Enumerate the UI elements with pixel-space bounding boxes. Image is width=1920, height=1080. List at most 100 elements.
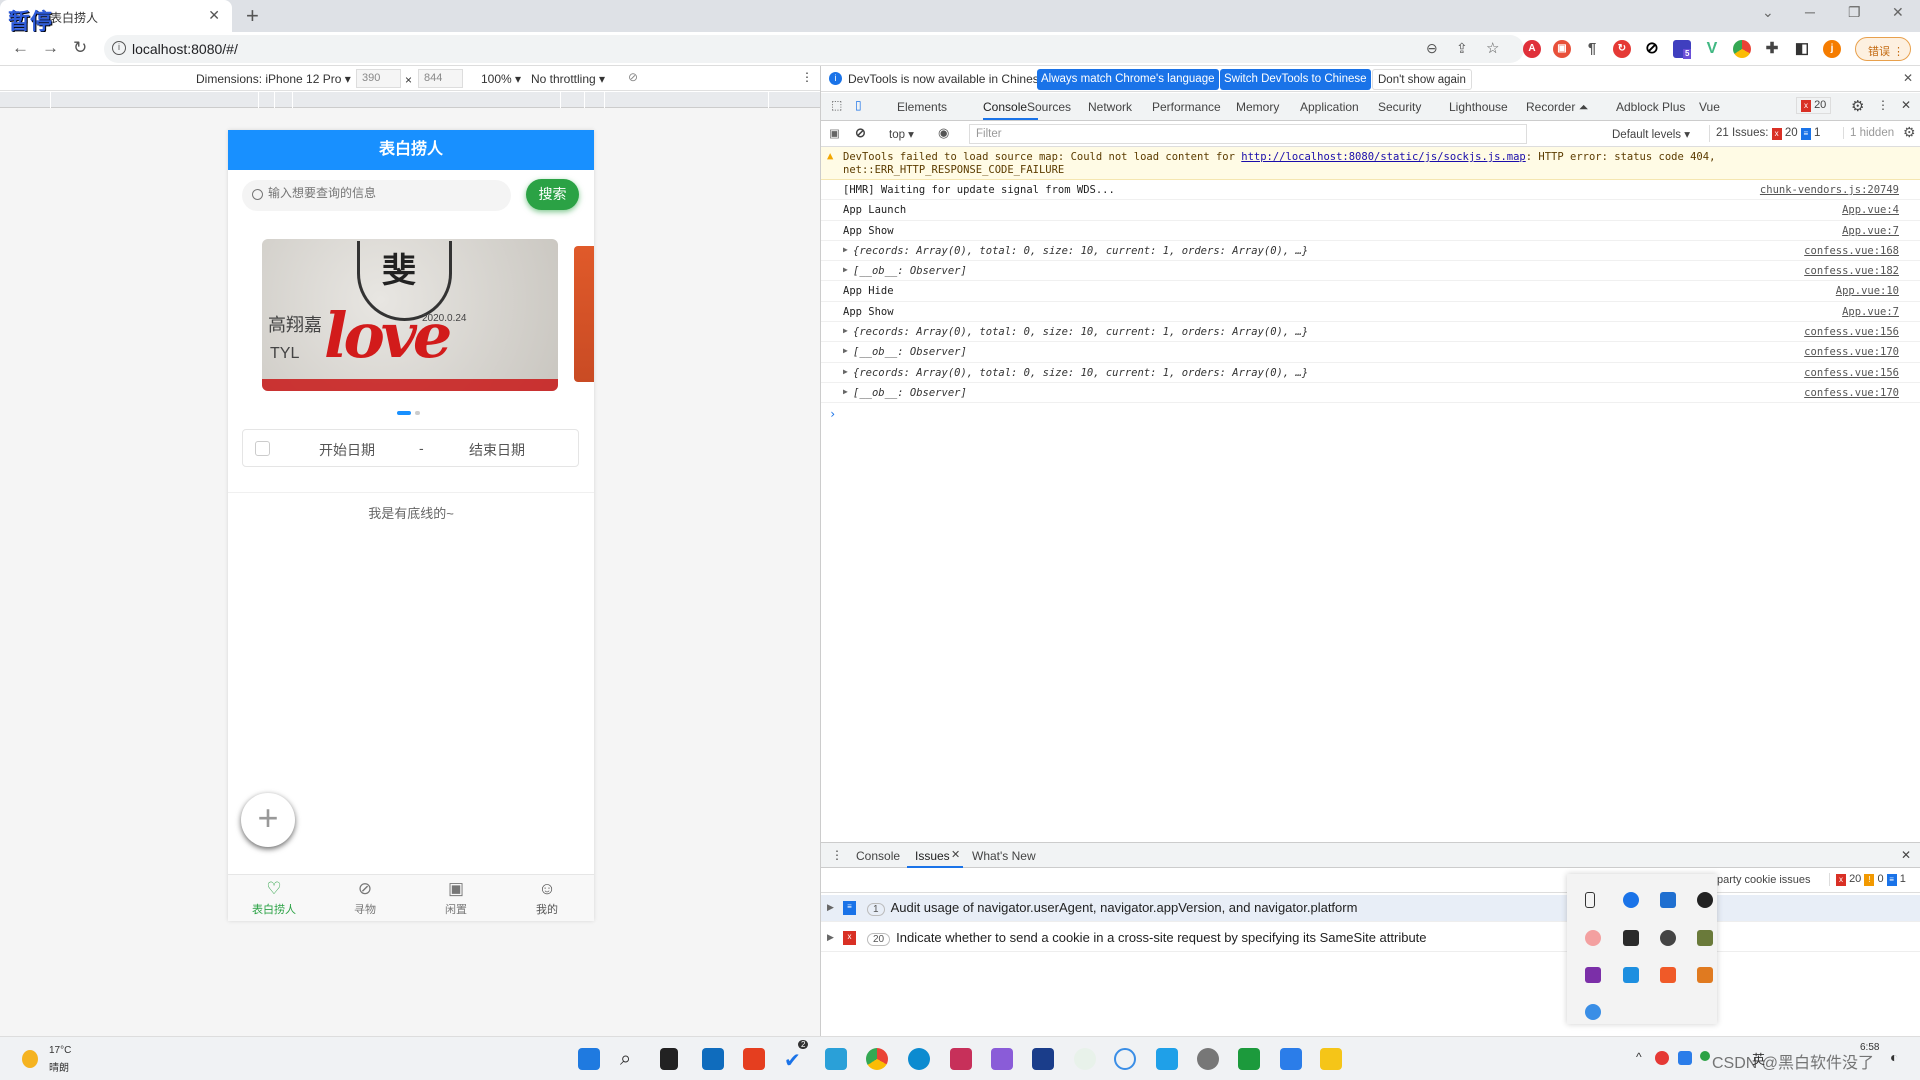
carousel-next-image[interactable]	[574, 246, 594, 382]
drawer-close-icon[interactable]: ✕	[1901, 848, 1911, 862]
expand-arrow-icon[interactable]: ▶	[843, 245, 848, 254]
third-party-cookie-toggle[interactable]: party cookie issues	[1717, 874, 1811, 886]
settings-gear-icon[interactable]: ⚙	[1851, 97, 1864, 115]
log-source-link[interactable]: confess.vue:182	[1804, 265, 1899, 277]
webstorm-icon[interactable]	[1032, 1048, 1054, 1070]
device-width-input[interactable]: 390	[356, 69, 401, 88]
carousel-dot[interactable]	[415, 411, 420, 415]
match-language-button[interactable]: Always match Chrome's language	[1037, 69, 1219, 90]
console-filter-input[interactable]: Filter	[969, 124, 1527, 144]
issue-row[interactable]: ▶ ≡ 1 Audit usage of navigator.userAgent,…	[821, 895, 1920, 922]
vue-devtools-extension-icon[interactable]: V	[1703, 40, 1721, 58]
stack-extension-icon[interactable]: 5	[1673, 40, 1692, 59]
mail-icon[interactable]	[1623, 967, 1639, 983]
clock-app-icon[interactable]	[1197, 1048, 1219, 1070]
device-height-input[interactable]: 844	[418, 69, 463, 88]
clock-time[interactable]: 6:58	[1860, 1042, 1879, 1053]
devtools-close-icon[interactable]: ✕	[1901, 98, 1911, 112]
tabbar-item-idle[interactable]: ▣ 闲置	[410, 879, 502, 917]
dice-extension-icon[interactable]: ▣	[1553, 40, 1571, 58]
tab-close-icon[interactable]: ✕	[208, 7, 220, 24]
security-shield-icon[interactable]	[1660, 892, 1676, 908]
rotate-icon[interactable]: ⊘	[628, 70, 638, 84]
tray-expand-icon[interactable]: ^	[1636, 1050, 1642, 1064]
tab-adblock-plus[interactable]: Adblock Plus	[1616, 100, 1685, 114]
tab-recorder[interactable]: Recorder ⏶	[1526, 100, 1588, 115]
weather-temp[interactable]: 17°C	[49, 1045, 71, 1056]
log-source-link[interactable]: confess.vue:156	[1804, 326, 1899, 338]
zoom-select[interactable]: 100% ▾	[481, 72, 521, 86]
tab-elements[interactable]: Elements	[897, 100, 947, 114]
bookmark-star-icon[interactable]: ☆	[1486, 39, 1499, 57]
end-date[interactable]: 结束日期	[469, 440, 525, 460]
expand-arrow-icon[interactable]: ▶	[843, 367, 848, 376]
tab-network[interactable]: Network	[1088, 100, 1132, 114]
log-source-link[interactable]: chunk-vendors.js:20749	[1760, 184, 1899, 196]
log-source-link[interactable]: App.vue:10	[1836, 285, 1899, 297]
carousel-dot-active[interactable]	[397, 411, 411, 415]
tab-console[interactable]: Console	[983, 100, 1027, 114]
task-view-icon[interactable]	[660, 1048, 678, 1070]
site-info-icon[interactable]: i	[112, 41, 126, 55]
dont-show-again-button[interactable]: Don't show again	[1372, 69, 1472, 90]
search-input[interactable]	[268, 186, 498, 200]
expand-arrow-icon[interactable]: ▶	[843, 326, 848, 335]
start-date[interactable]: 开始日期	[319, 440, 375, 460]
file-explorer-icon[interactable]	[1320, 1048, 1342, 1070]
edge-icon[interactable]	[908, 1048, 930, 1070]
weather-sun-icon[interactable]	[22, 1050, 38, 1068]
console-log-row[interactable]: ▶ [__ob__: Observer] confess.vue:170	[821, 383, 1920, 404]
bluetooth-icon[interactable]	[1623, 892, 1639, 908]
forward-button[interactable]: →	[42, 38, 59, 58]
infobar-close-icon[interactable]: ✕	[1903, 71, 1913, 85]
log-source-link[interactable]: App.vue:7	[1842, 225, 1899, 237]
app-tray-icon[interactable]	[1660, 930, 1676, 946]
inspect-element-icon[interactable]: ⬚	[831, 98, 842, 112]
live-expression-eye-icon[interactable]: ◉	[938, 125, 949, 141]
search-button[interactable]: 搜索	[526, 179, 579, 210]
tray-app-icon[interactable]	[1678, 1051, 1692, 1065]
search-field[interactable]	[242, 180, 511, 211]
console-log-row[interactable]: ▶ {records: Array(0), total: 0, size: 10,…	[821, 363, 1920, 383]
app-tray-icon[interactable]	[1697, 930, 1713, 946]
nvidia-icon[interactable]	[1623, 930, 1639, 946]
issue-row[interactable]: ▶ x 20 Indicate whether to send a cookie …	[821, 925, 1920, 952]
sync-extension-icon[interactable]: ↻	[1613, 40, 1631, 58]
bilibili-icon[interactable]	[1156, 1048, 1178, 1070]
tab-application[interactable]: Application	[1300, 100, 1359, 114]
extensions-puzzle-icon[interactable]: ✚	[1763, 40, 1781, 58]
wechat-icon[interactable]	[1074, 1048, 1096, 1070]
error-menu-button[interactable]: 错误 ⋮	[1855, 37, 1911, 61]
expand-arrow-icon[interactable]: ▶	[827, 932, 834, 943]
carousel-image[interactable]: 斐 高翔嘉 2020.0.24 TYL love	[262, 239, 558, 391]
pilcrow-extension-icon[interactable]: ¶	[1583, 40, 1601, 58]
g-app-icon[interactable]	[1697, 892, 1713, 908]
intellij-icon[interactable]	[950, 1048, 972, 1070]
drawer-menu-icon[interactable]: ⋮	[831, 848, 843, 862]
address-bar[interactable]: i localhost:8080/#/ ⊖ ⇪ ☆	[104, 35, 1524, 63]
app-tray-icon[interactable]	[1660, 967, 1676, 983]
device-toggle-icon[interactable]: ▯	[855, 98, 862, 112]
tab-search-icon[interactable]: ⌄	[1762, 4, 1774, 21]
visual-studio-icon[interactable]	[991, 1048, 1013, 1070]
chrome-icon[interactable]	[866, 1048, 888, 1070]
tabbar-item-lost-found[interactable]: ⊘ 寻物	[319, 879, 411, 917]
wechat-tray-icon[interactable]	[1700, 1051, 1710, 1061]
zoom-icon[interactable]: ⊖	[1426, 40, 1438, 57]
log-source-link[interactable]: confess.vue:168	[1804, 245, 1899, 257]
app-icon[interactable]	[1114, 1048, 1136, 1070]
console-settings-icon[interactable]: ⚙	[1903, 124, 1916, 141]
issues-counter[interactable]: 21 Issues: x 20 ≡ 1	[1709, 125, 1826, 142]
hbuilder-icon[interactable]	[1238, 1048, 1260, 1070]
console-prompt[interactable]: ›	[829, 407, 836, 421]
log-source-link[interactable]: App.vue:7	[1842, 306, 1899, 318]
expand-arrow-icon[interactable]: ▶	[843, 346, 848, 355]
notification-icon[interactable]: ◐	[1890, 1049, 1898, 1065]
drawer-tab-issues[interactable]: Issues	[915, 849, 950, 863]
outlook-icon[interactable]	[702, 1048, 724, 1070]
reload-button[interactable]: ↻	[73, 38, 87, 58]
profile-avatar[interactable]: j	[1823, 40, 1841, 58]
weather-desc[interactable]: 晴朗	[49, 1059, 69, 1074]
console-log-row[interactable]: ▶ [__ob__: Observer] confess.vue:182	[821, 261, 1920, 282]
ime-indicator[interactable]: 英	[1752, 1049, 1765, 1068]
